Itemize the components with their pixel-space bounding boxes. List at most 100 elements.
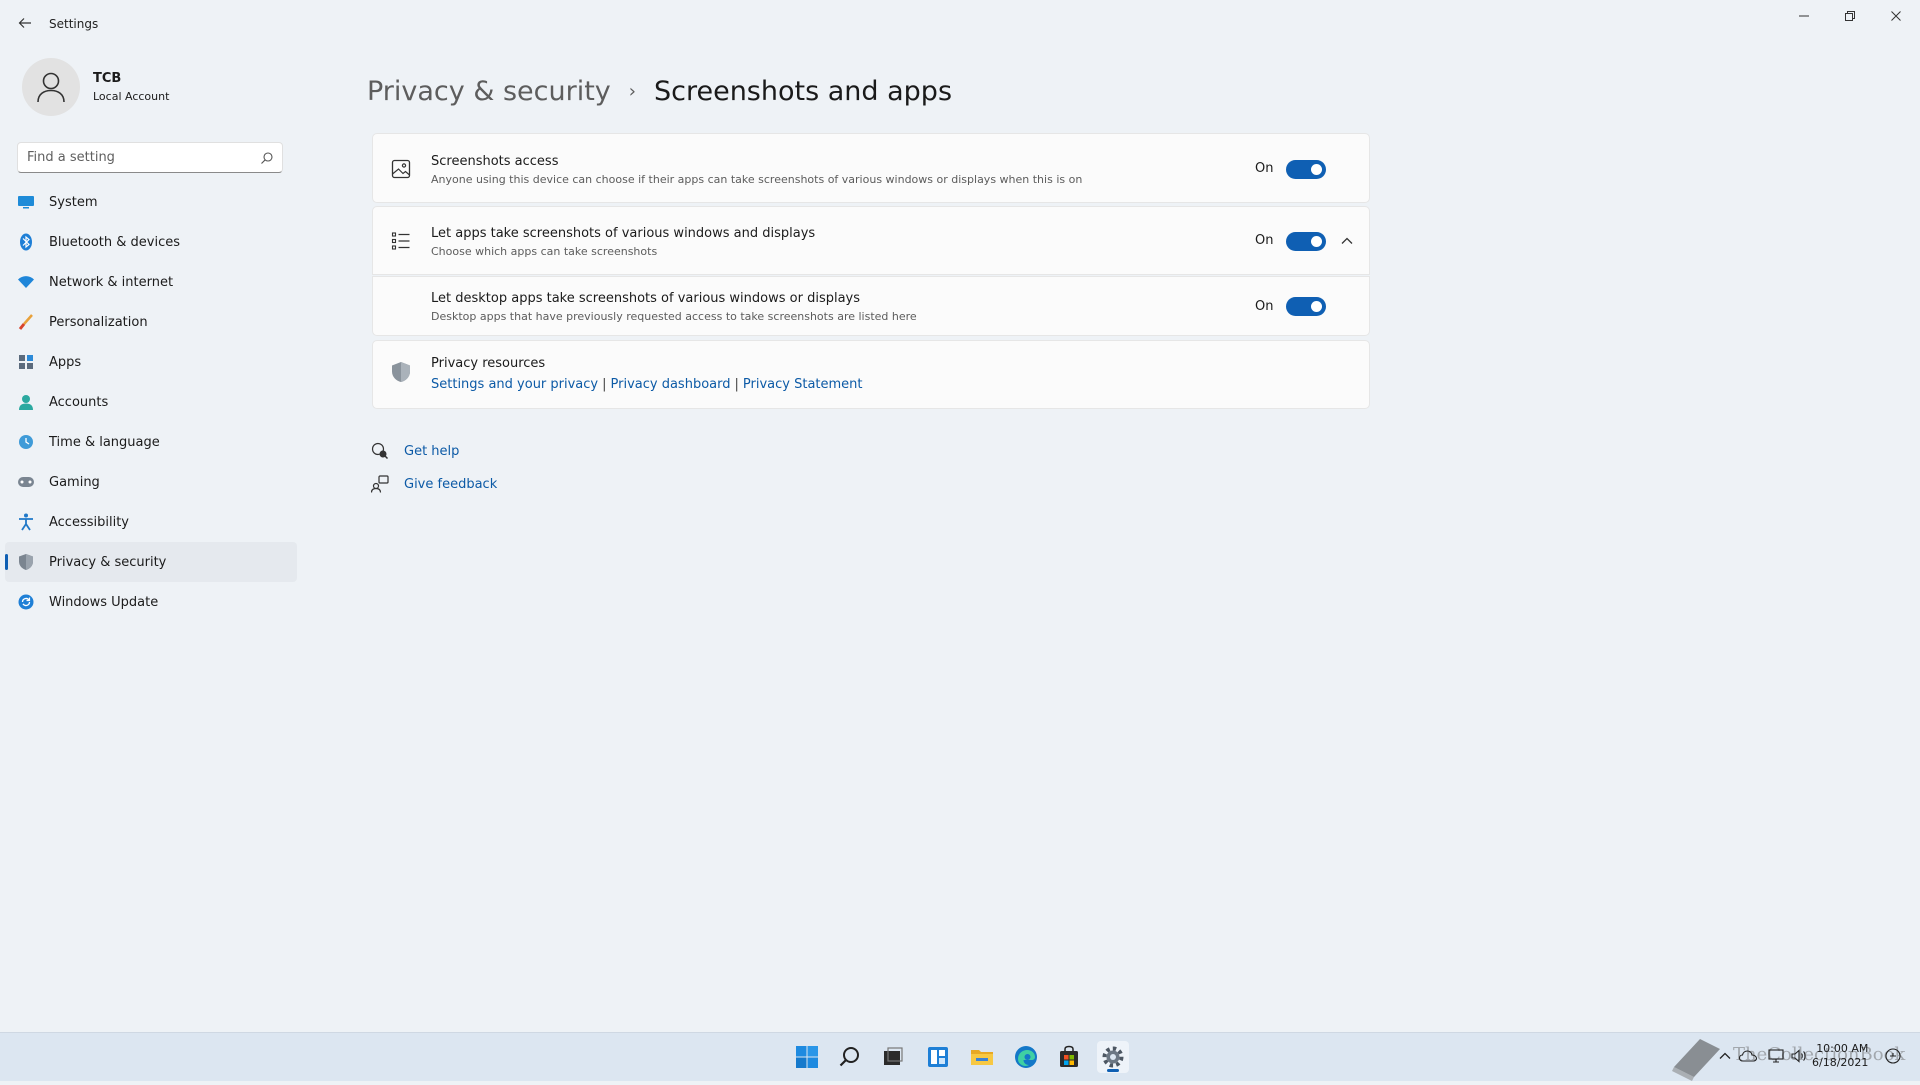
breadcrumb-separator: › xyxy=(628,81,636,102)
search-input[interactable] xyxy=(18,143,252,172)
sidebar-item-accessibility[interactable]: Accessibility xyxy=(5,502,297,542)
close-button[interactable] xyxy=(1873,5,1919,27)
get-help-label: Get help xyxy=(404,443,460,459)
sidebar-item-time-language[interactable]: Time & language xyxy=(5,422,297,462)
setting-description: Choose which apps can take screenshots xyxy=(431,245,658,258)
setting-title: Let desktop apps take screenshots of var… xyxy=(431,291,861,306)
image-icon xyxy=(390,158,412,180)
list-icon xyxy=(390,230,412,252)
task-view-icon[interactable] xyxy=(877,1041,909,1073)
setting-title: Let apps take screenshots of various win… xyxy=(431,226,816,241)
chevron-up-icon[interactable] xyxy=(1716,1047,1734,1065)
sidebar-item-label: Accounts xyxy=(49,394,109,410)
chevron-up-icon[interactable] xyxy=(1339,233,1355,249)
onedrive-cloud-icon[interactable] xyxy=(1739,1047,1757,1065)
toggle-state-label: On xyxy=(1255,161,1274,176)
gamepad-icon xyxy=(16,472,36,492)
sidebar-item-label: System xyxy=(49,194,98,210)
taskbar: TheCollectionBook 10:00 AM 6/18/2021 xyxy=(0,1032,1920,1081)
minimize-icon xyxy=(1799,15,1809,17)
clock-date: 6/18/2021 xyxy=(1812,1056,1869,1069)
app-title: Settings xyxy=(49,17,99,31)
give-feedback-label: Give feedback xyxy=(404,476,498,492)
wifi-icon xyxy=(16,272,36,292)
setting-description: Anyone using this device can choose if t… xyxy=(431,173,1083,186)
give-feedback-link[interactable]: Give feedback xyxy=(370,474,497,494)
breadcrumb-parent[interactable]: Privacy & security xyxy=(367,76,611,107)
sidebar-item-label: Apps xyxy=(49,354,82,370)
sidebar-item-gaming[interactable]: Gaming xyxy=(5,462,297,502)
person-icon xyxy=(16,392,36,412)
setting-description: Desktop apps that have previously reques… xyxy=(431,310,917,323)
settings-gear-icon[interactable] xyxy=(1097,1041,1129,1073)
minimize-button[interactable] xyxy=(1781,5,1827,27)
let-apps-screenshots-row[interactable]: Let apps take screenshots of various win… xyxy=(372,206,1370,275)
sidebar-item-system[interactable]: System xyxy=(5,182,297,222)
bluetooth-icon xyxy=(16,232,36,252)
search-box xyxy=(17,142,283,173)
sidebar-item-apps[interactable]: Apps xyxy=(5,342,297,382)
privacy-resources-card: Privacy resources Settings and your priv… xyxy=(372,340,1370,409)
sidebar-item-network[interactable]: Network & internet xyxy=(5,262,297,302)
sidebar-item-accounts[interactable]: Accounts xyxy=(5,382,297,422)
monitor-icon xyxy=(16,192,36,212)
apps-icon xyxy=(16,352,36,372)
file-explorer-icon[interactable] xyxy=(966,1041,998,1073)
toggle-knob xyxy=(1311,301,1322,312)
sidebar-item-label: Windows Update xyxy=(49,594,159,610)
restore-button[interactable] xyxy=(1827,5,1873,27)
link-privacy-statement[interactable]: Privacy Statement xyxy=(743,377,863,392)
toggle-knob xyxy=(1311,236,1322,247)
page-title: Screenshots and apps xyxy=(653,76,953,107)
arrow-left-icon xyxy=(18,18,31,28)
feedback-icon xyxy=(370,474,390,494)
edge-browser-icon[interactable] xyxy=(1010,1041,1042,1073)
sidebar-item-label: Personalization xyxy=(49,314,148,330)
get-help-link[interactable]: Get help xyxy=(370,441,459,461)
search-icon[interactable] xyxy=(260,150,274,169)
desktop-apps-screenshots-row: Let desktop apps take screenshots of var… xyxy=(372,276,1370,336)
screenshots-access-toggle[interactable] xyxy=(1286,160,1326,179)
sidebar-item-windows-update[interactable]: Windows Update xyxy=(5,582,297,622)
user-profile[interactable]: TCB Local Account xyxy=(22,58,169,116)
sidebar-item-label: Privacy & security xyxy=(49,554,167,570)
widgets-icon[interactable] xyxy=(922,1041,954,1073)
shield-icon xyxy=(16,552,36,572)
close-icon xyxy=(1891,11,1901,21)
screenshots-access-card: Screenshots access Anyone using this dev… xyxy=(372,133,1370,203)
clock-time: 10:00 AM xyxy=(1816,1042,1869,1055)
sidebar-item-privacy-security[interactable]: Privacy & security xyxy=(5,542,297,582)
link-settings-and-your-privacy[interactable]: Settings and your privacy xyxy=(431,377,598,392)
breadcrumb: Privacy & security › Screenshots and app… xyxy=(367,76,952,107)
brush-icon xyxy=(16,312,36,332)
store-icon[interactable] xyxy=(1053,1041,1085,1073)
link-privacy-dashboard[interactable]: Privacy dashboard xyxy=(611,377,731,392)
profile-name: TCB xyxy=(93,71,122,86)
globe-clock-icon xyxy=(16,432,36,452)
shield-icon xyxy=(390,361,412,383)
privacy-links: Settings and your privacy | Privacy dashbo… xyxy=(431,377,863,392)
let-apps-screenshots-toggle[interactable] xyxy=(1286,232,1326,251)
notifications-icon[interactable] xyxy=(1884,1047,1902,1065)
search-icon[interactable] xyxy=(834,1041,866,1073)
toggle-state-label: On xyxy=(1255,233,1274,248)
accessibility-icon xyxy=(16,512,36,532)
sidebar-item-personalization[interactable]: Personalization xyxy=(5,302,297,342)
windows-start-icon[interactable] xyxy=(791,1041,823,1073)
setting-title: Screenshots access xyxy=(431,154,559,169)
volume-icon[interactable] xyxy=(1790,1047,1808,1065)
sidebar-item-label: Time & language xyxy=(49,434,160,450)
person-icon xyxy=(37,72,65,103)
link-separator: | xyxy=(734,377,739,392)
network-icon[interactable] xyxy=(1767,1047,1785,1065)
desktop-apps-screenshots-toggle[interactable] xyxy=(1286,297,1326,316)
back-button[interactable] xyxy=(14,12,36,34)
toggle-state-label: On xyxy=(1255,299,1274,314)
system-clock[interactable]: 10:00 AM 6/18/2021 xyxy=(1812,1042,1868,1070)
toggle-knob xyxy=(1311,164,1322,175)
link-separator: | xyxy=(602,377,607,392)
title-bar: Settings xyxy=(0,0,1920,48)
privacy-resources-title: Privacy resources xyxy=(431,356,546,371)
profile-account-type: Local Account xyxy=(93,90,170,103)
sidebar-item-bluetooth[interactable]: Bluetooth & devices xyxy=(5,222,297,262)
